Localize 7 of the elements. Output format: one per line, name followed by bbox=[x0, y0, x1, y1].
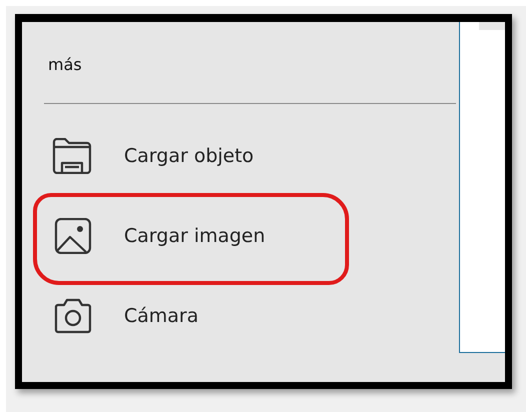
image-icon bbox=[52, 218, 92, 254]
menu-item[interactable]: Cámara bbox=[124, 305, 199, 327]
menu-heading: más bbox=[48, 54, 83, 76]
camera-icon bbox=[52, 298, 92, 334]
folder-icon bbox=[52, 138, 92, 174]
menu-item[interactable]: Cargar objeto bbox=[124, 145, 254, 167]
menu-item[interactable]: Cargar imagen bbox=[124, 225, 266, 247]
